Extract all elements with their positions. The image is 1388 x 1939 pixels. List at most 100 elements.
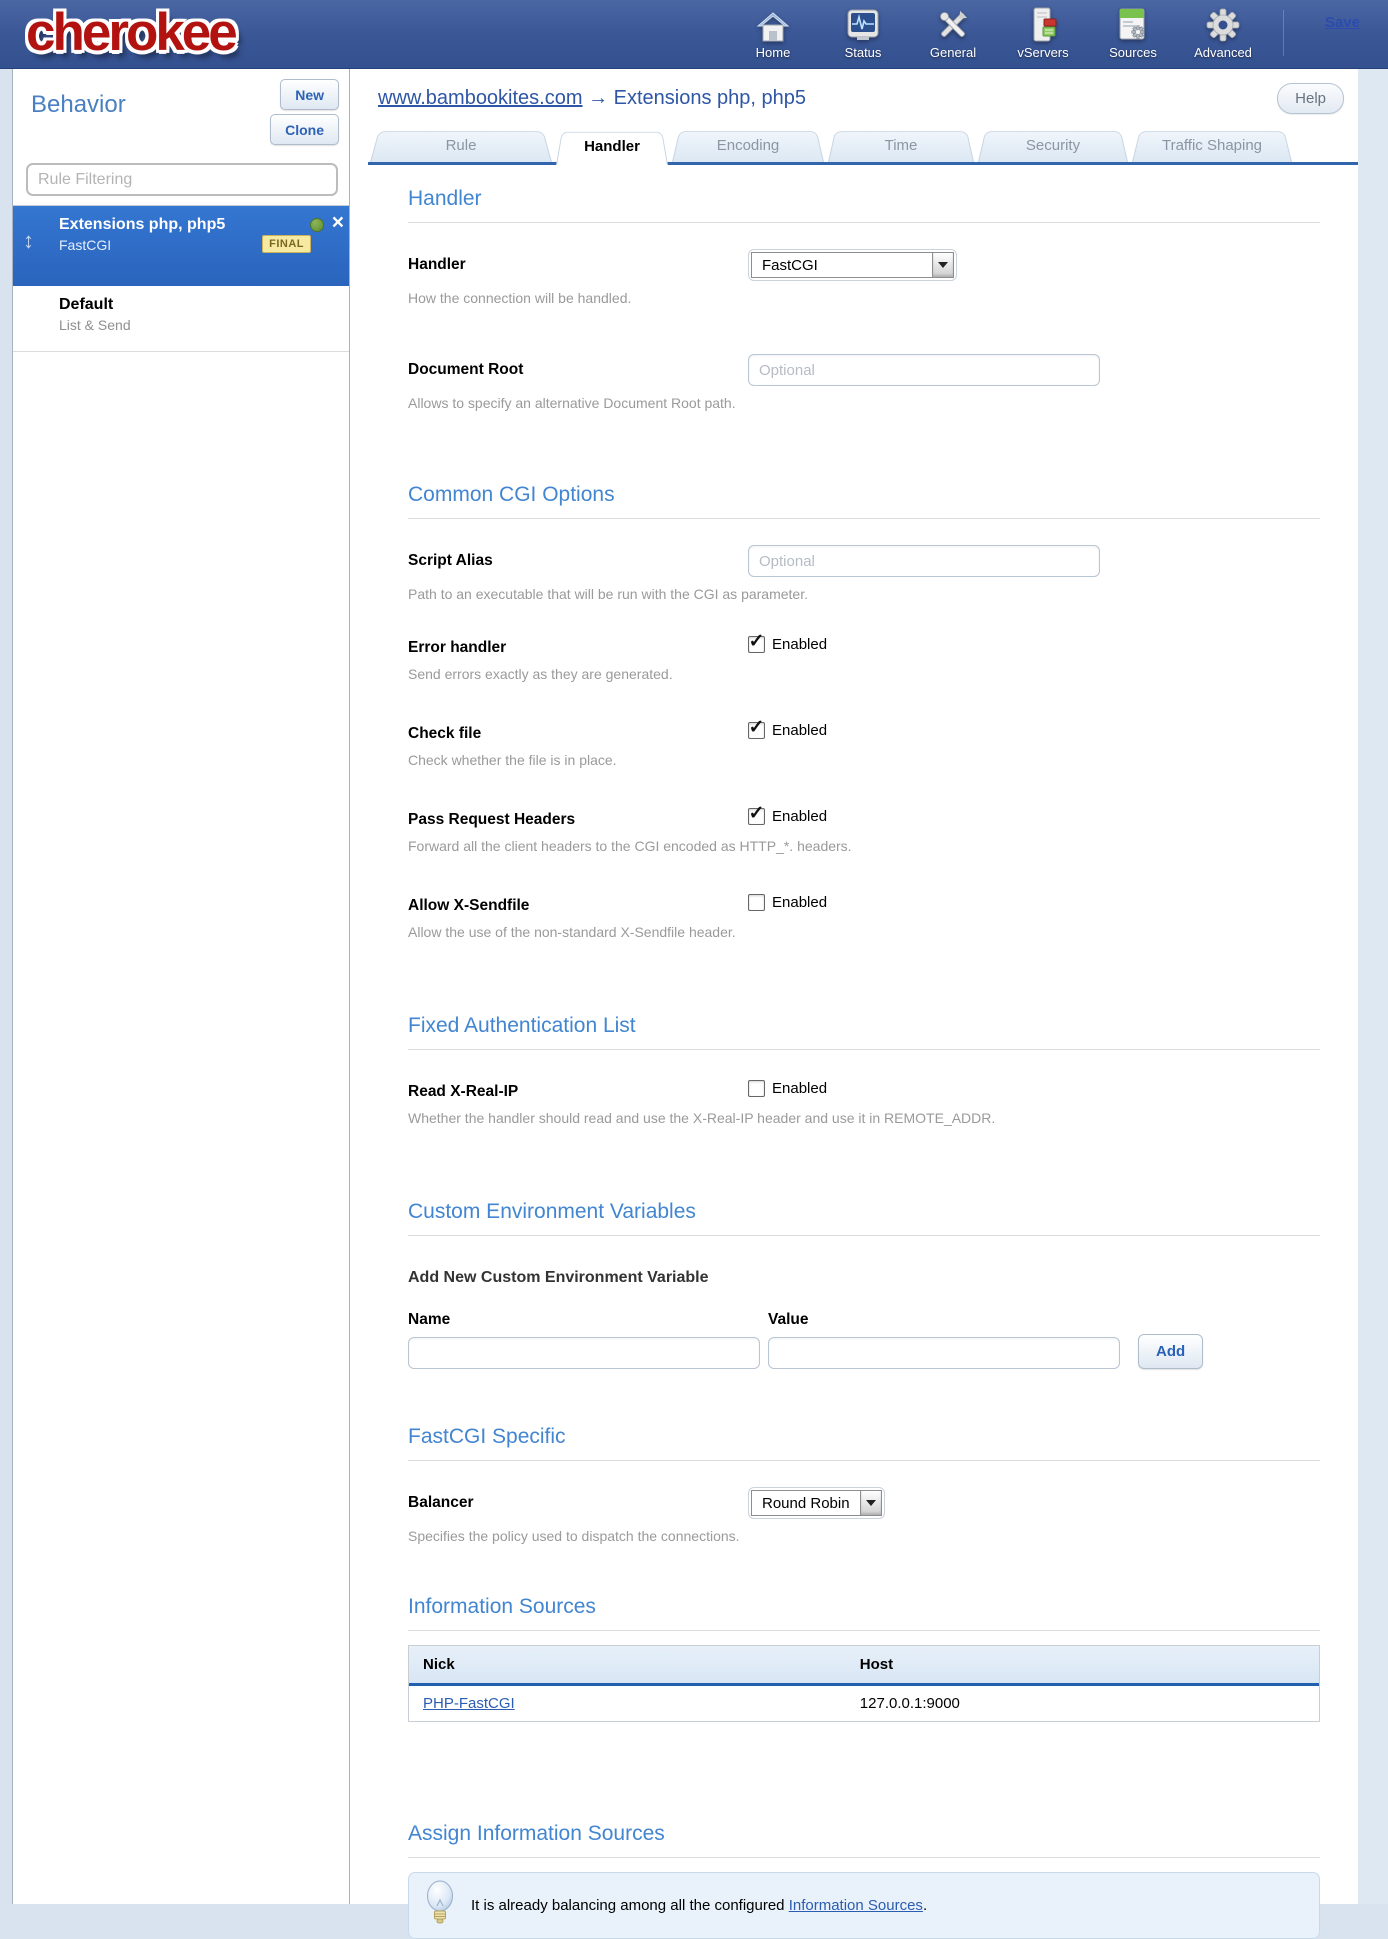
chevron-down-icon [932,253,953,277]
env-name-column: Name [408,1311,760,1369]
field-script-alias: Script Alias Path to an executable that … [408,545,1320,602]
clone-rule-button[interactable]: Clone [270,114,339,145]
section-information-sources: Information Sources Nick Host PHP-FastCG… [408,1595,1320,1722]
section-common-cgi-options: Common CGI Options Script Alias Path to … [408,483,1320,940]
balancer-select-value: Round Robin [752,1491,860,1515]
balancing-note: It is already balancing among all the co… [408,1872,1320,1939]
home-icon [756,6,790,43]
tab-security[interactable]: Security [978,128,1128,162]
nav-item-status[interactable]: Status [832,6,894,60]
scrollbar-track[interactable] [1358,69,1388,1904]
section-title: Common CGI Options [408,483,1320,507]
cherokee-logo[interactable]: cherokee [26,2,235,63]
section-title: Information Sources [408,1595,1320,1619]
nav-label: Advanced [1194,45,1252,60]
pass-request-headers-checkbox[interactable]: ✓ Enabled [748,804,827,825]
final-badge: FINAL [262,235,311,253]
rule-handler: List & Send [59,317,337,333]
section-divider [408,518,1320,519]
field-error-handler: Error handler ✓ Enabled Send errors exac… [408,632,1320,682]
field-check-file: Check file ✓ Enabled Check whether the f… [408,718,1320,768]
field-description: Send errors exactly as they are generate… [408,666,1320,682]
tab-rule[interactable]: Rule [370,128,552,162]
field-label: Document Root [408,354,748,379]
name-column-label: Name [408,1311,760,1329]
column-header-host: Host [846,1646,1319,1683]
add-env-variable-button[interactable]: Add [1138,1334,1203,1369]
nav-item-sources[interactable]: Sources [1102,6,1164,60]
section-handler: Handler Handler FastCGI How the connecti… [408,187,1320,411]
section-title: Fixed Authentication List [408,1014,1320,1038]
checkbox-icon: ✓ [748,808,765,825]
vserver-link[interactable]: www.bambookites.com [378,87,583,109]
source-nick-link[interactable]: PHP-FastCGI [423,1695,515,1712]
nav-item-vservers[interactable]: vServers [1012,6,1074,60]
field-allow-x-sendfile: Allow X-Sendfile Enabled Allow the use o… [408,890,1320,940]
field-handler: Handler FastCGI How the connection will … [408,249,1320,306]
vservers-icon [1026,6,1060,43]
env-value-input[interactable] [768,1337,1120,1369]
general-icon [935,6,971,43]
tab-traffic-shaping[interactable]: Traffic Shaping [1132,128,1292,162]
nav-item-home[interactable]: Home [742,6,804,60]
tab-handler[interactable]: Handler [556,128,668,165]
new-rule-button[interactable]: New [280,79,339,110]
sources-icon [1116,6,1150,43]
nav-item-advanced[interactable]: Advanced [1192,6,1254,60]
save-button[interactable]: Save [1325,14,1360,31]
checkbox-icon [748,894,765,911]
field-description: Whether the handler should read and use … [408,1110,1320,1126]
field-label: Read X-Real-IP [408,1076,748,1101]
field-description: How the connection will be handled. [408,290,1320,306]
rule-tabs: Rule Handler Encoding Time Security Traf… [368,128,1358,165]
section-divider [408,1857,1320,1858]
rule-item-default[interactable]: Default List & Send [13,286,349,352]
field-read-x-real-ip: Read X-Real-IP Enabled Whether the handl… [408,1076,1320,1126]
field-label: Handler [408,249,748,274]
section-fixed-authentication: Fixed Authentication List Read X-Real-IP… [408,1014,1320,1126]
nav-divider [1283,10,1284,56]
read-x-real-ip-checkbox[interactable]: Enabled [748,1076,827,1097]
nav-label: Sources [1109,45,1157,60]
nav-item-general[interactable]: General [922,6,984,60]
allow-x-sendfile-checkbox[interactable]: Enabled [748,890,827,911]
behavior-sidebar: Behavior New Clone ↕ Extensions php, php… [12,69,350,1904]
field-description: Allows to specify an alternative Documen… [408,395,1320,411]
rule-filter-input[interactable] [26,163,338,196]
rule-item-extensions-php[interactable]: ↕ Extensions php, php5 FastCGI × FINAL [13,206,349,286]
field-description: Allow the use of the non-standard X-Send… [408,924,1320,940]
rule-name: Extensions php, php5 [59,216,337,234]
env-name-input[interactable] [408,1337,760,1369]
section-divider [408,1049,1320,1050]
field-balancer: Balancer Round Robin Specifies the polic… [408,1487,1320,1544]
sidebar-title: Behavior [31,91,126,119]
information-sources-link[interactable]: Information Sources [789,1897,923,1914]
checkbox-icon [748,1080,765,1097]
checkbox-icon: ✓ [748,722,765,739]
help-button[interactable]: Help [1277,83,1344,114]
section-divider [408,1460,1320,1461]
close-icon[interactable]: × [332,211,344,235]
check-file-checkbox[interactable]: ✓ Enabled [748,718,827,739]
document-root-input[interactable] [748,354,1100,386]
tab-encoding[interactable]: Encoding [672,128,824,162]
drag-handle-icon[interactable]: ↕ [23,230,34,252]
balancer-select[interactable]: Round Robin [748,1487,885,1519]
handler-select[interactable]: FastCGI [748,249,957,281]
field-label: Script Alias [408,545,748,570]
nav-label: vServers [1017,45,1068,60]
main-nav: Home Status General vServers Sources [742,6,1254,60]
field-description: Specifies the policy used to dispatch th… [408,1528,1320,1544]
rule-list: ↕ Extensions php, php5 FastCGI × FINAL D… [13,205,349,352]
top-header: cherokee Home Status General vServers [0,0,1388,69]
field-label: Allow X-Sendfile [408,890,748,915]
breadcrumb-rule: Extensions php, php5 [614,87,806,109]
script-alias-input[interactable] [748,545,1100,577]
tab-time[interactable]: Time [828,128,974,162]
section-custom-env-variables: Custom Environment Variables Add New Cus… [408,1200,1320,1369]
error-handler-checkbox[interactable]: ✓ Enabled [748,632,827,653]
section-assign-information-sources: Assign Information Sources It is already… [408,1822,1320,1939]
section-title: Handler [408,187,1320,211]
main-panel: www.bambookites.com → Extensions php, ph… [350,69,1358,1904]
rule-enabled-dot[interactable] [310,218,324,232]
